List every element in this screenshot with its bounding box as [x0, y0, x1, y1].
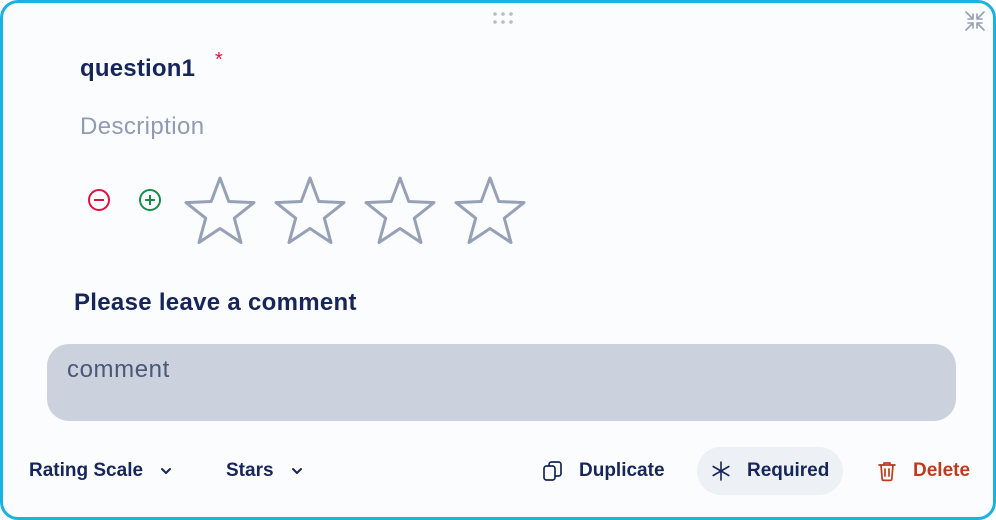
question-card[interactable]: question1 * Description Please leave a c…: [0, 0, 996, 520]
rate-display-dropdown[interactable]: Stars: [226, 447, 304, 495]
description-field[interactable]: Description: [80, 113, 204, 141]
comment-label: Please leave a comment: [74, 289, 357, 316]
plus-circle-icon[interactable]: [138, 188, 162, 212]
rating-star-4[interactable]: [450, 173, 530, 253]
trash-icon: [878, 462, 896, 482]
rating-star-1[interactable]: [180, 173, 260, 253]
question-type-dropdown[interactable]: Rating Scale: [29, 447, 173, 495]
comment-input[interactable]: comment: [47, 344, 956, 421]
required-label: Required: [747, 460, 830, 481]
minus-circle-icon[interactable]: [87, 188, 111, 212]
asterisk-icon: [712, 461, 730, 481]
required-toggle[interactable]: Required: [697, 447, 844, 495]
question-type-label: Rating Scale: [29, 460, 144, 481]
copy-icon: [543, 461, 562, 481]
required-asterisk: *: [215, 49, 223, 71]
duplicate-button[interactable]: Duplicate: [541, 447, 665, 495]
rating-star-3[interactable]: [360, 173, 440, 253]
chevron-down-icon: [291, 468, 302, 474]
delete-button[interactable]: Delete: [875, 447, 970, 495]
duplicate-label: Duplicate: [579, 460, 665, 481]
rate-display-label: Stars: [226, 460, 274, 481]
question-title[interactable]: question1: [80, 55, 195, 83]
rating-star-2[interactable]: [270, 173, 350, 253]
delete-label: Delete: [913, 460, 971, 481]
collapse-icon[interactable]: [963, 9, 987, 33]
chevron-down-icon: [161, 468, 172, 474]
drag-handle-icon[interactable]: [492, 11, 514, 25]
